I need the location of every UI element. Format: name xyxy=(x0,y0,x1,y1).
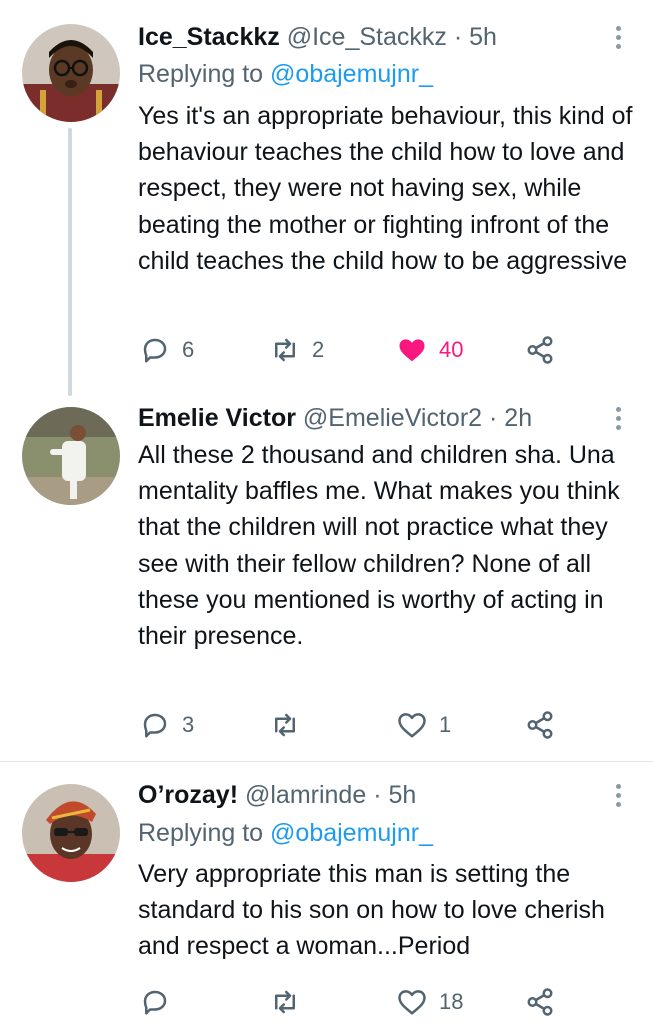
tweet-header: Emelie Victor @EmelieVictor2 · 2h xyxy=(138,403,532,433)
separator: · xyxy=(453,23,463,51)
more-icon[interactable] xyxy=(606,22,630,52)
tweet-header: O’rozay! @lamrinde · 5h xyxy=(138,780,416,810)
more-icon[interactable] xyxy=(606,403,630,433)
reply-count: 6 xyxy=(182,337,195,362)
reply-icon xyxy=(143,990,167,1015)
replying-to-link[interactable]: @obajemujnr_ xyxy=(270,60,433,88)
share-button[interactable] xyxy=(525,707,555,743)
share-button[interactable] xyxy=(525,984,555,1020)
separator: · xyxy=(489,404,498,432)
like-icon xyxy=(398,990,426,1015)
retweet-icon xyxy=(275,990,295,1014)
avatar[interactable] xyxy=(22,24,120,122)
reply-icon xyxy=(143,713,167,738)
replying-to: Replying to @obajemujnr_ xyxy=(138,818,433,848)
replying-to-prefix: Replying to xyxy=(138,60,264,88)
more-icon[interactable] xyxy=(606,780,630,810)
retweet-button[interactable]: 2 xyxy=(270,332,324,368)
reply-button[interactable]: 6 xyxy=(140,332,194,368)
user-handle[interactable]: @EmelieVictor2 xyxy=(303,404,482,432)
tweet[interactable]: Emelie Victor @EmelieVictor2 · 2h All th… xyxy=(0,395,653,761)
thread-line xyxy=(68,128,72,396)
reply-button[interactable]: 3 xyxy=(140,707,194,743)
tweet-text: Very appropriate this man is setting the… xyxy=(138,860,605,961)
reply-icon xyxy=(143,338,167,363)
like-button[interactable]: 18 xyxy=(397,984,463,1020)
display-name[interactable]: Ice_Stackkz xyxy=(138,23,280,51)
like-button[interactable]: 40 xyxy=(397,332,463,368)
like-count: 18 xyxy=(439,989,464,1014)
share-button[interactable] xyxy=(525,332,555,368)
timestamp[interactable]: 5h xyxy=(388,781,416,809)
share-icon xyxy=(527,711,553,739)
tweet-text: Yes it's an appropriate behaviour, this … xyxy=(138,102,633,275)
like-count: 1 xyxy=(439,712,452,737)
replying-to: Replying to @obajemujnr_ xyxy=(138,59,433,89)
replying-to-prefix: Replying to xyxy=(138,819,264,847)
retweet-icon xyxy=(275,713,295,737)
separator: · xyxy=(373,781,382,809)
retweet-button[interactable] xyxy=(270,984,312,1020)
retweet-button[interactable] xyxy=(270,707,312,743)
reply-button[interactable] xyxy=(140,984,182,1020)
like-count: 40 xyxy=(439,337,464,362)
like-icon xyxy=(399,339,425,362)
retweet-icon xyxy=(275,338,295,362)
timestamp[interactable]: 2h xyxy=(504,404,532,432)
like-icon xyxy=(398,713,426,738)
tweet-header: Ice_Stackkz @Ice_Stackkz · 5h xyxy=(138,22,497,52)
retweet-count: 2 xyxy=(312,337,325,362)
reply-count: 3 xyxy=(182,712,195,737)
share-icon xyxy=(527,988,553,1016)
avatar[interactable] xyxy=(22,784,120,882)
user-handle[interactable]: @lamrinde xyxy=(245,781,366,809)
tweet-text: All these 2 thousand and children sha. U… xyxy=(138,441,620,651)
tweet[interactable]: Ice_Stackkz @Ice_Stackkz · 5h Replying t… xyxy=(0,0,653,396)
user-handle[interactable]: @Ice_Stackkz xyxy=(287,23,447,51)
avatar[interactable] xyxy=(22,407,120,505)
like-button[interactable]: 1 xyxy=(397,707,451,743)
display-name[interactable]: O’rozay! xyxy=(138,781,238,809)
display-name[interactable]: Emelie Victor xyxy=(138,404,296,432)
share-icon xyxy=(527,336,553,364)
tweet[interactable]: O’rozay! @lamrinde · 5h Replying to @oba… xyxy=(0,762,653,1024)
replying-to-link[interactable]: @obajemujnr_ xyxy=(270,819,433,847)
timestamp[interactable]: 5h xyxy=(469,23,497,51)
